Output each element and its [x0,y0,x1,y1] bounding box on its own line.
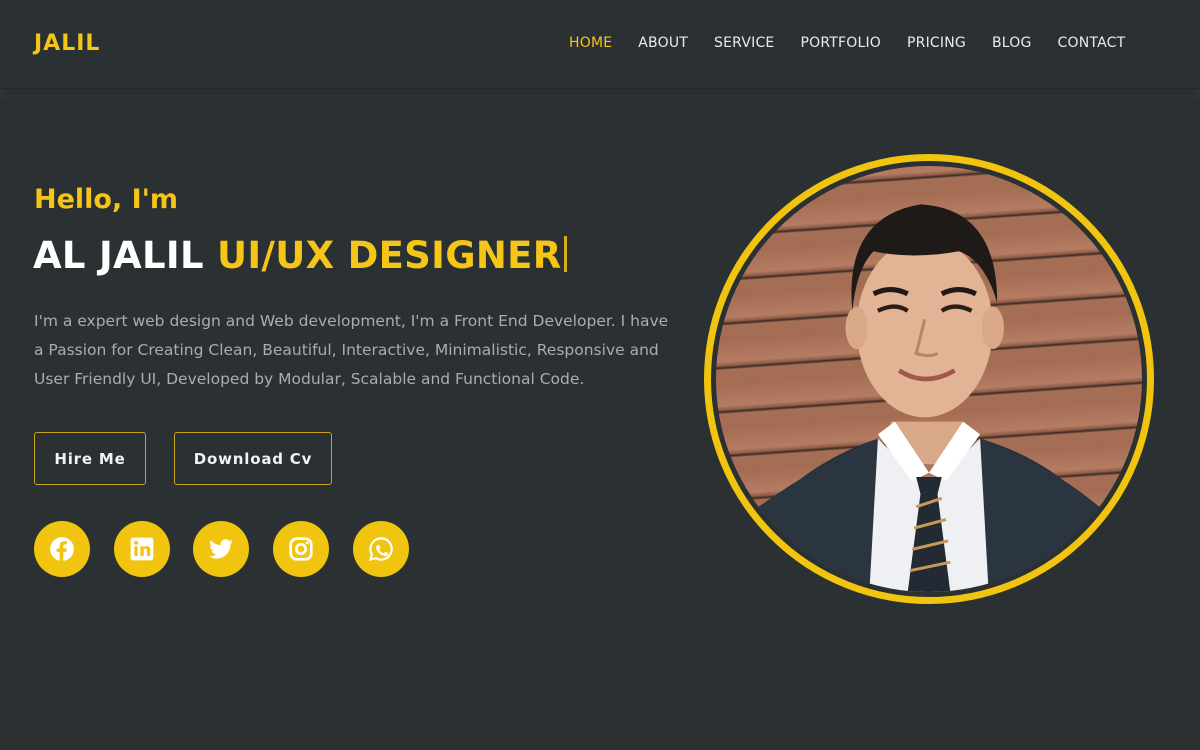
greeting: Hello, I'm [34,184,179,215]
whatsapp-icon [368,537,393,562]
hero-role: UI/UX DESIGNER [217,234,562,277]
linkedin-icon [130,537,154,561]
hero-name: AL JALIL [33,234,204,277]
nav-home[interactable]: HOME [569,35,612,51]
person-illustration [750,204,1108,592]
headline: AL JALIL UI/UX DESIGNER [33,234,567,277]
instagram-link[interactable] [273,521,329,577]
site-header: JALIL HOME ABOUT SERVICE PORTFOLIO PRICI… [0,0,1200,89]
nav-service[interactable]: SERVICE [714,35,774,51]
download-cv-button[interactable]: Download Cv [174,432,332,485]
hire-me-button[interactable]: Hire Me [34,432,146,485]
linkedin-link[interactable] [114,521,170,577]
logo[interactable]: JALIL [34,31,100,56]
facebook-link[interactable] [34,521,90,577]
instagram-icon [289,537,313,561]
twitter-icon [209,539,233,559]
main-nav: HOME ABOUT SERVICE PORTFOLIO PRICING BLO… [569,35,1151,51]
nav-blog[interactable]: BLOG [992,35,1032,51]
whatsapp-link[interactable] [353,521,409,577]
header-shadow [0,89,1200,103]
facebook-icon [50,537,74,561]
nav-portfolio[interactable]: PORTFOLIO [800,35,881,51]
profile-photo [716,166,1142,592]
portrait-frame [704,154,1154,604]
nav-about[interactable]: ABOUT [638,35,688,51]
nav-pricing[interactable]: PRICING [907,35,966,51]
nav-contact[interactable]: CONTACT [1058,35,1126,51]
typing-cursor [563,236,567,272]
bio-text: I'm a expert web design and Web developm… [34,312,669,388]
twitter-link[interactable] [193,521,249,577]
